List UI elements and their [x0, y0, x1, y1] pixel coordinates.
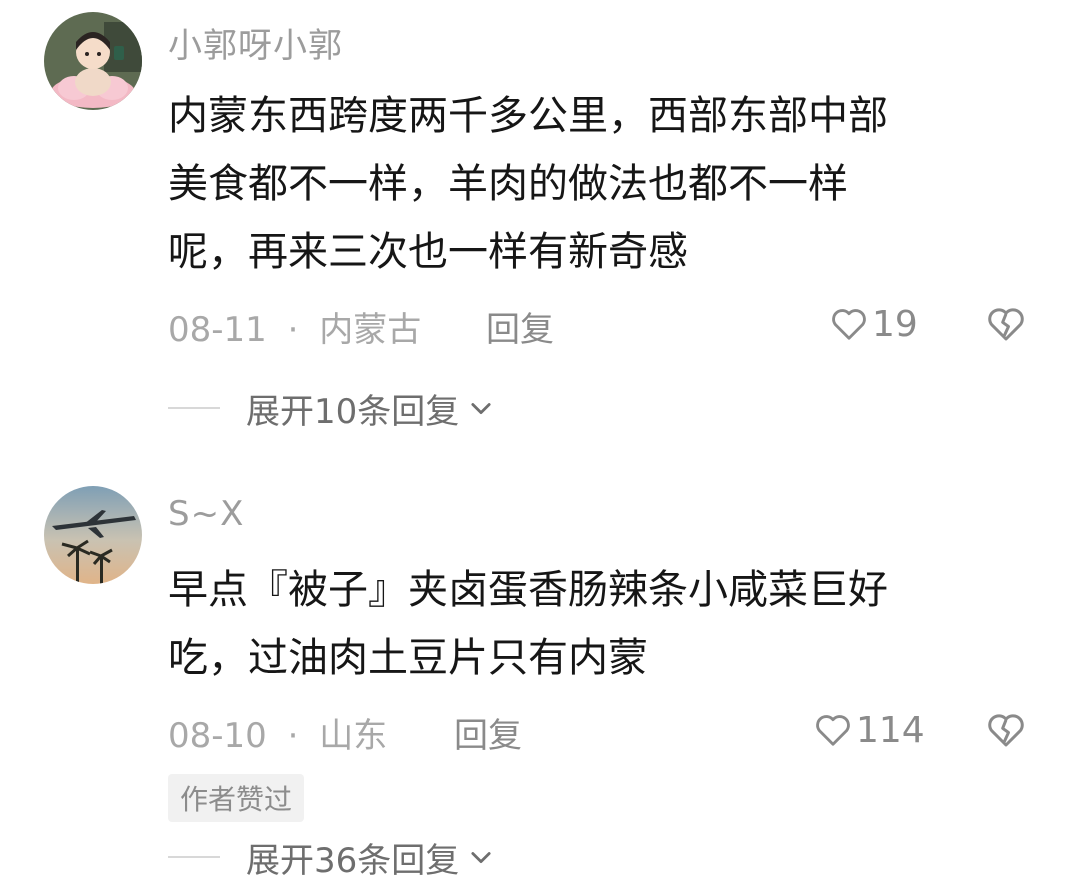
reply-button[interactable]: 回复 — [454, 708, 522, 757]
comment-text-line: 内蒙东西跨度两千多公里，西部东部中部 — [168, 93, 888, 139]
airplane-palm-avatar — [44, 486, 142, 584]
comment-text-line: 吃，过油肉土豆片只有内蒙 — [168, 635, 648, 681]
comment-date: 08-11 — [168, 310, 267, 350]
comment-text-line: 早点『被子』夹卤蛋香肠辣条小咸菜巨好 — [168, 567, 888, 613]
meta-separator: · — [287, 716, 299, 756]
comment-username[interactable]: S~X — [168, 494, 244, 534]
expand-replies-button[interactable]: 展开36条回复 — [168, 832, 495, 882]
heart-outline-icon — [816, 715, 850, 746]
like-button[interactable]: 19 — [830, 299, 918, 349]
avatar[interactable] — [44, 12, 142, 110]
heart-outline-icon — [832, 309, 866, 340]
meta-separator: · — [287, 310, 299, 350]
like-count: 114 — [856, 709, 925, 751]
dislike-button[interactable] — [986, 305, 1026, 345]
comment-text: 内蒙东西跨度两千多公里，西部东部中部 美食都不一样，羊肉的做法也都不一样 呢，再… — [168, 82, 1028, 286]
comment-location: 山东 — [319, 716, 388, 756]
expand-replies-label: 展开36条回复 — [246, 840, 460, 881]
comment-meta: 08-11 · 内蒙古 — [168, 302, 421, 351]
reply-button[interactable]: 回复 — [486, 302, 554, 351]
comment-text-line: 美食都不一样，羊肉的做法也都不一样 — [168, 161, 848, 207]
avatar[interactable] — [44, 486, 142, 584]
expand-replies-button[interactable]: 展开10条回复 — [168, 383, 495, 433]
comment-meta: 08-10 · 山东 — [168, 708, 387, 757]
divider-dash — [168, 407, 220, 409]
chevron-down-icon — [471, 403, 491, 415]
like-button[interactable]: 114 — [814, 705, 925, 755]
broken-heart-icon — [988, 714, 1024, 747]
comment-location: 内蒙古 — [319, 310, 422, 350]
divider-dash — [168, 856, 220, 858]
dislike-button[interactable] — [986, 711, 1026, 751]
comment-text: 早点『被子』夹卤蛋香肠辣条小咸菜巨好 吃，过油肉土豆片只有内蒙 — [168, 556, 1028, 692]
broken-heart-icon — [988, 308, 1024, 341]
comment-username[interactable]: 小郭呀小郭 — [168, 18, 343, 67]
girl-on-lotus-avatar — [44, 12, 142, 110]
comment-text-line: 呢，再来三次也一样有新奇感 — [168, 229, 688, 275]
chevron-down-icon — [471, 852, 491, 864]
expand-replies-label: 展开10条回复 — [246, 391, 460, 432]
comment-date: 08-10 — [168, 716, 267, 756]
like-count: 19 — [872, 303, 918, 345]
author-liked-badge: 作者赞过 — [168, 774, 305, 822]
